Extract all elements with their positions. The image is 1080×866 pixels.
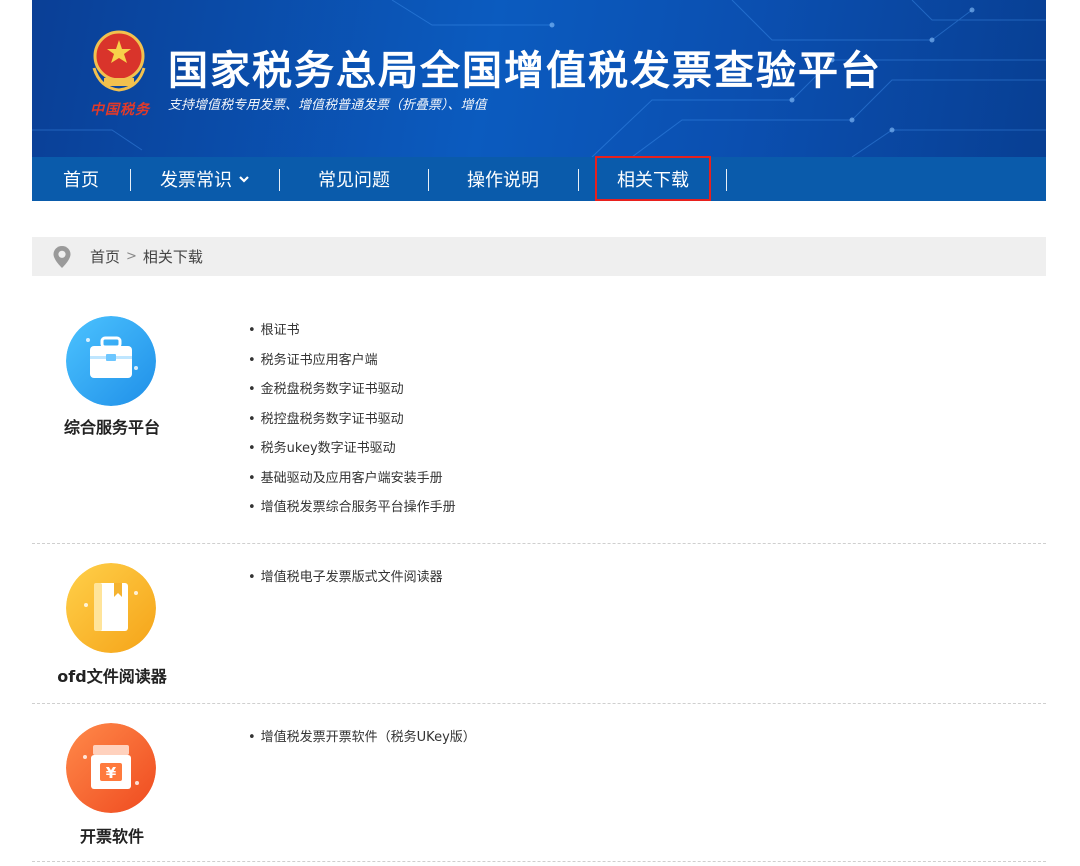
download-link[interactable]: 增值税电子发票版式文件阅读器 xyxy=(248,563,443,593)
section-invoicing-software: ¥ 开票软件 增值税发票开票软件（税务UKey版） xyxy=(32,704,1046,862)
section-title: 综合服务平台 xyxy=(63,418,160,437)
nav-invoice-knowledge[interactable]: 发票常识 xyxy=(131,157,279,201)
nav-faq[interactable]: 常见问题 xyxy=(280,157,428,201)
download-link[interactable]: 基础驱动及应用客户端安装手册 xyxy=(248,464,456,494)
download-link[interactable]: 税控盘税务数字证书驱动 xyxy=(248,405,456,435)
svg-text:¥: ¥ xyxy=(106,764,117,782)
download-list: 增值税发票开票软件（税务UKey版） xyxy=(248,723,476,753)
download-list: 根证书 税务证书应用客户端 金税盘税务数字证书驱动 税控盘税务数字证书驱动 税务… xyxy=(248,316,456,523)
yuan-box-icon: ¥ xyxy=(66,723,156,813)
nav-home[interactable]: 首页 xyxy=(32,157,130,201)
breadcrumb-home[interactable]: 首页 xyxy=(90,246,120,267)
section-ofd-reader: ofd文件阅读器 增值税电子发票版式文件阅读器 xyxy=(32,544,1046,704)
download-link[interactable]: 金税盘税务数字证书驱动 xyxy=(248,375,456,405)
section-title: 开票软件 xyxy=(79,827,144,846)
nav-invoice-knowledge-label: 发票常识 xyxy=(160,170,232,191)
main-nav: 首页 发票常识 常见问题 操作说明 相关下载 xyxy=(32,156,1046,201)
site-subtitle: 支持增值税专用发票、增值税普通发票（折叠票）、增值 xyxy=(168,98,487,113)
chevron-down-icon xyxy=(239,176,249,183)
nav-divider xyxy=(578,169,579,191)
nav-divider xyxy=(726,169,727,191)
book-icon xyxy=(66,563,156,653)
site-title: 国家税务总局全国增值税发票查验平台 xyxy=(168,48,882,94)
section-title: ofd文件阅读器 xyxy=(57,667,167,686)
download-list: 增值税电子发票版式文件阅读器 xyxy=(248,563,443,593)
nav-instructions-label: 操作说明 xyxy=(467,170,539,191)
breadcrumb-current: 相关下载 xyxy=(142,248,203,266)
tax-emblem-icon xyxy=(92,30,146,92)
nav-home-label: 首页 xyxy=(63,170,99,191)
download-link[interactable]: 增值税发票综合服务平台操作手册 xyxy=(248,493,456,523)
site-header: 中国税务 国家税务总局全国增值税发票查验平台 支持增值税专用发票、增值税普通发票… xyxy=(32,0,1046,157)
breadcrumb: 首页 > 相关下载 xyxy=(32,237,1046,276)
breadcrumb-separator: > xyxy=(126,249,137,264)
download-link[interactable]: 税务ukey数字证书驱动 xyxy=(248,434,456,464)
briefcase-icon xyxy=(66,316,156,406)
location-pin-icon xyxy=(53,245,71,268)
download-link[interactable]: 根证书 xyxy=(248,316,456,346)
nav-instructions[interactable]: 操作说明 xyxy=(429,157,577,201)
nav-faq-label: 常见问题 xyxy=(318,170,390,191)
download-link[interactable]: 增值税发票开票软件（税务UKey版） xyxy=(248,723,476,753)
seal-text: 中国税务 xyxy=(90,102,150,118)
nav-downloads[interactable]: 相关下载 xyxy=(595,156,711,201)
section-integrated-service-platform: 综合服务平台 根证书 税务证书应用客户端 金税盘税务数字证书驱动 税控盘税务数字… xyxy=(32,300,1046,544)
nav-downloads-label: 相关下载 xyxy=(617,169,689,191)
download-link[interactable]: 税务证书应用客户端 xyxy=(248,346,456,376)
